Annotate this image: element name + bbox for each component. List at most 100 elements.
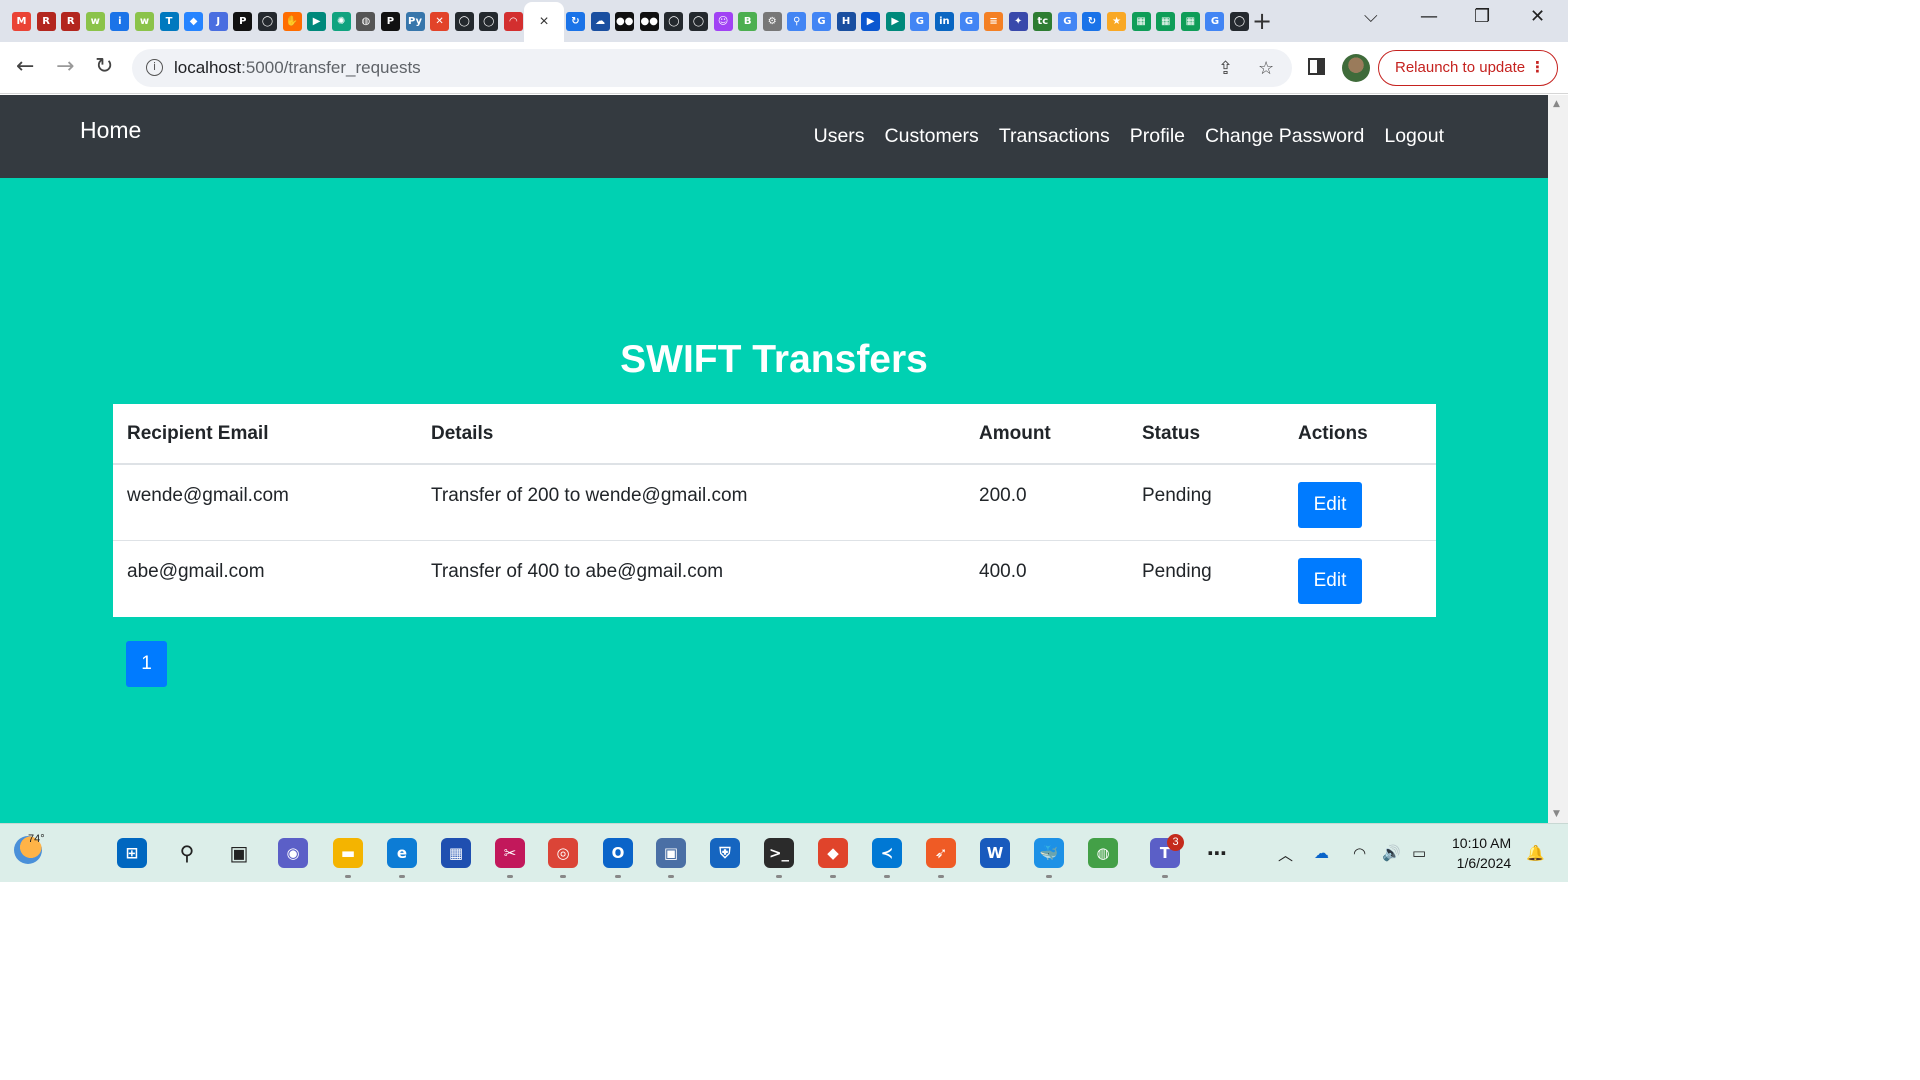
meet-favicon[interactable]: ▶: [307, 11, 327, 31]
menu-dots-icon[interactable]: ⋮: [1530, 51, 1545, 84]
leetcode-favicon[interactable]: w: [85, 11, 105, 31]
gmail-favicon[interactable]: M: [12, 11, 31, 31]
video-favicon[interactable]: ▶: [861, 11, 881, 31]
sheets-favicon[interactable]: ▦: [1156, 11, 1176, 31]
hand-favicon[interactable]: ✋: [282, 11, 302, 31]
medium-favicon[interactable]: ●●: [639, 11, 659, 31]
cloud-favicon[interactable]: ☁: [590, 11, 610, 31]
github-favicon[interactable]: ◯: [1230, 11, 1250, 31]
snipping-icon[interactable]: ✂: [495, 838, 525, 868]
task-view-icon[interactable]: ▣: [224, 838, 254, 868]
hst-favicon[interactable]: H: [836, 11, 856, 31]
active-tab[interactable]: ×: [524, 2, 564, 42]
tc-favicon[interactable]: tc: [1033, 11, 1053, 31]
nav-link-customers[interactable]: Customers: [885, 125, 979, 148]
chrome-icon[interactable]: ◎: [548, 838, 578, 868]
address-bar[interactable]: i localhost:5000/transfer_requests ⇪ ☆: [132, 49, 1292, 87]
globe-favicon[interactable]: ◍: [356, 11, 376, 31]
side-panel-icon[interactable]: [1308, 58, 1325, 75]
nav-link-logout[interactable]: Logout: [1384, 125, 1444, 148]
star-favicon[interactable]: ★: [1107, 11, 1127, 31]
github-favicon[interactable]: ◯: [479, 11, 499, 31]
meet-favicon[interactable]: ▶: [885, 11, 905, 31]
linkedin-favicon[interactable]: in: [934, 11, 954, 31]
p-favicon[interactable]: P: [233, 11, 253, 31]
word-icon[interactable]: W: [980, 838, 1010, 868]
github-favicon[interactable]: ◯: [688, 11, 708, 31]
notification-bell-icon[interactable]: 🔔: [1526, 844, 1545, 862]
defender-icon[interactable]: ⛨: [710, 838, 740, 868]
sheets-favicon[interactable]: ▦: [1131, 11, 1151, 31]
tool-icon[interactable]: ◍: [1088, 838, 1118, 868]
bookmark-red-favicon[interactable]: R: [36, 11, 56, 31]
github-favicon[interactable]: ◯: [454, 11, 474, 31]
minimize-icon[interactable]: —: [1420, 6, 1438, 27]
brand-home-link[interactable]: Home: [80, 117, 141, 144]
sheets-favicon[interactable]: ▦: [1180, 11, 1200, 31]
puzzle-favicon[interactable]: ✦: [1008, 11, 1028, 31]
edge-icon[interactable]: e: [387, 838, 417, 868]
leetcode-favicon[interactable]: w: [134, 11, 154, 31]
close-window-icon[interactable]: ✕: [1530, 6, 1545, 27]
nav-link-users[interactable]: Users: [814, 125, 865, 148]
google-favicon[interactable]: G: [959, 11, 979, 31]
pagination-page-button[interactable]: 1: [126, 641, 167, 687]
p-favicon[interactable]: P: [380, 11, 400, 31]
gitlab-favicon[interactable]: ✕: [430, 11, 450, 31]
scroll-down-icon[interactable]: ▼: [1553, 809, 1560, 819]
page-scrollbar[interactable]: ▲ ▼: [1548, 95, 1568, 823]
sync-favicon[interactable]: ↻: [566, 11, 585, 31]
more-icon[interactable]: ⋯: [1202, 838, 1232, 868]
search-icon[interactable]: ⚲: [172, 838, 202, 868]
onedrive-icon[interactable]: ☁: [1314, 844, 1329, 862]
speed-favicon[interactable]: ◠: [503, 11, 523, 31]
stack-favicon[interactable]: ≡: [984, 11, 1004, 31]
bookmark-star-icon[interactable]: ☆: [1258, 58, 1274, 79]
chatgpt-favicon[interactable]: ✺: [331, 11, 351, 31]
j2c-favicon[interactable]: J: [208, 11, 228, 31]
google-favicon[interactable]: G: [811, 11, 831, 31]
terminal-icon[interactable]: >_: [764, 838, 794, 868]
google-favicon[interactable]: G: [1057, 11, 1077, 31]
docker-icon[interactable]: 🐳: [1034, 838, 1064, 868]
file-explorer-icon[interactable]: ▬: [333, 838, 363, 868]
relaunch-button[interactable]: Relaunch to update ⋮: [1378, 50, 1558, 86]
scroll-up-icon[interactable]: ▲: [1553, 99, 1560, 109]
restore-icon[interactable]: ❐: [1474, 6, 1490, 27]
edit-button[interactable]: Edit: [1298, 557, 1362, 604]
nav-link-change-password[interactable]: Change Password: [1205, 125, 1364, 148]
taskbar-clock[interactable]: 10:10 AM 1/6/2024: [1452, 833, 1511, 873]
site-info-icon[interactable]: i: [146, 59, 163, 76]
remote-desktop-icon[interactable]: ▣: [656, 838, 686, 868]
profile-avatar[interactable]: [1342, 54, 1370, 82]
jira-favicon[interactable]: ◆: [184, 11, 204, 31]
google-favicon[interactable]: G: [910, 11, 930, 31]
chat-icon[interactable]: ◉: [278, 838, 308, 868]
back-icon[interactable]: ←: [16, 54, 34, 80]
reload-icon[interactable]: ↻: [95, 54, 113, 80]
info-favicon[interactable]: i: [110, 11, 130, 31]
b64-favicon[interactable]: B: [738, 11, 758, 31]
close-tab-icon[interactable]: ×: [539, 13, 548, 31]
vscode-icon[interactable]: ≺: [872, 838, 902, 868]
google-favicon[interactable]: G: [1205, 11, 1225, 31]
share-icon[interactable]: ⇪: [1218, 58, 1233, 79]
postman-icon[interactable]: ➶: [926, 838, 956, 868]
sync-favicon[interactable]: ↻: [1082, 11, 1102, 31]
edit-button[interactable]: Edit: [1298, 482, 1362, 528]
tray-overflow-icon[interactable]: ︿: [1278, 844, 1293, 865]
pin-favicon[interactable]: ⚲: [787, 11, 807, 31]
new-tab-button[interactable]: +: [1252, 7, 1272, 35]
github-favicon[interactable]: ◯: [664, 11, 684, 31]
medium-favicon[interactable]: ●●: [615, 11, 635, 31]
forward-icon[interactable]: →: [56, 54, 74, 80]
wifi-icon[interactable]: ◠: [1353, 844, 1366, 862]
start-icon[interactable]: ⊞: [117, 838, 147, 868]
bookmark-red-favicon[interactable]: R: [61, 11, 81, 31]
python-favicon[interactable]: Py: [405, 11, 425, 31]
trello-favicon[interactable]: T: [159, 11, 179, 31]
nav-link-transactions[interactable]: Transactions: [999, 125, 1110, 148]
store-icon[interactable]: ▦: [441, 838, 471, 868]
bot-favicon[interactable]: ☺: [713, 11, 733, 31]
git-icon[interactable]: ◆: [818, 838, 848, 868]
